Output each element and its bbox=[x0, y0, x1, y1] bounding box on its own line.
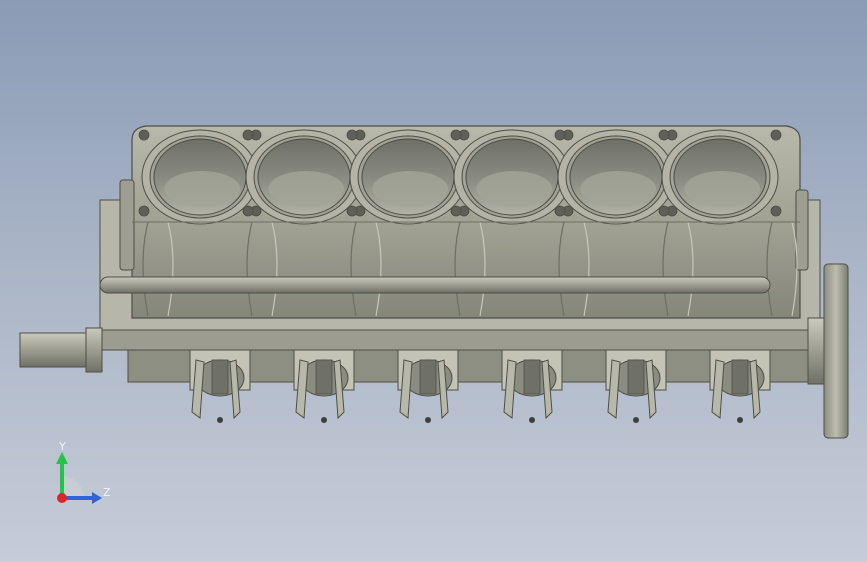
oil-gallery-tube bbox=[99, 276, 771, 294]
crankshaft-snout bbox=[19, 327, 103, 373]
crank-throw bbox=[293, 349, 355, 423]
engine-block-model[interactable] bbox=[0, 0, 867, 562]
head-bolt-icon bbox=[138, 129, 150, 141]
y-axis-label: Y bbox=[59, 440, 66, 453]
head-bolt-icon bbox=[770, 205, 782, 217]
crank-throw bbox=[605, 349, 667, 423]
head-bolt-icon bbox=[658, 205, 670, 217]
head-bolt-icon bbox=[770, 129, 782, 141]
coordinate-triad: Y Z bbox=[40, 436, 130, 516]
head-bolt-icon bbox=[242, 205, 254, 217]
crank-throw bbox=[709, 349, 771, 423]
3d-viewport[interactable]: Y Z bbox=[0, 0, 867, 562]
x-axis-icon bbox=[57, 493, 67, 503]
head-bolt-icon bbox=[346, 129, 358, 141]
triad-graphic bbox=[56, 452, 102, 504]
head-bolt-icon bbox=[658, 129, 670, 141]
head-bolt-icon bbox=[554, 129, 566, 141]
crank-throw bbox=[397, 349, 459, 423]
head-bolt-icon bbox=[346, 205, 358, 217]
head-bolt-icon bbox=[554, 205, 566, 217]
z-axis-label: Z bbox=[103, 486, 111, 499]
head-bolt-icon bbox=[450, 129, 462, 141]
head-bolt-icon bbox=[242, 129, 254, 141]
head-bolt-icon bbox=[138, 205, 150, 217]
crank-throw bbox=[501, 349, 563, 423]
crank-throw bbox=[189, 349, 251, 423]
head-bolt-icon bbox=[450, 205, 462, 217]
